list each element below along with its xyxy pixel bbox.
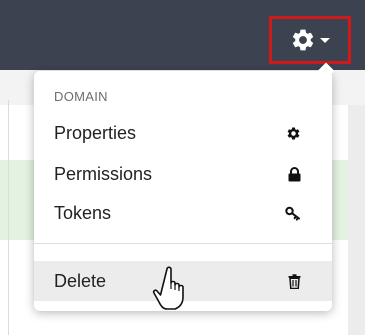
panel-border: [8, 100, 9, 335]
menu-item-label: Permissions: [54, 163, 153, 184]
menu-item-label: Delete: [54, 270, 107, 291]
menu-item-permissions[interactable]: Permissions: [34, 155, 332, 193]
caret-down-icon: [320, 38, 330, 43]
menu-item-properties[interactable]: Properties: [34, 114, 332, 152]
hand-pointer-cursor: [152, 264, 192, 312]
trash-icon: [288, 273, 301, 289]
menu-section-header: DOMAIN: [54, 89, 108, 104]
settings-dropdown-button[interactable]: [269, 16, 351, 64]
menu-divider: [34, 243, 332, 244]
gear-icon: [290, 27, 316, 53]
key-icon: [285, 206, 301, 221]
gear-icon: [286, 126, 301, 141]
menu-item-tokens[interactable]: Tokens: [34, 194, 332, 232]
menu-item-label: Properties: [54, 122, 137, 143]
lock-icon: [288, 166, 301, 182]
menu-item-label: Tokens: [54, 202, 112, 223]
